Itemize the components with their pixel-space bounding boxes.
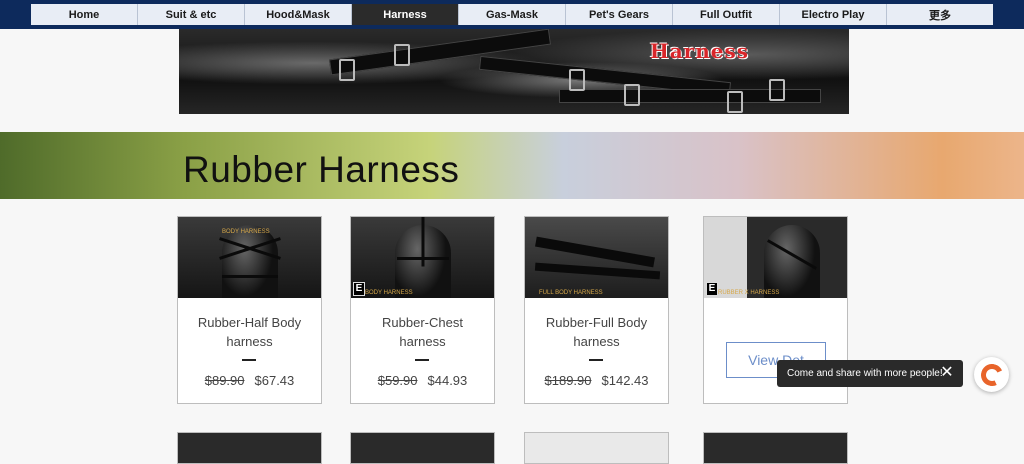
price-divider [589,359,603,361]
price-divider [242,359,256,361]
product-card[interactable]: BODY HARNESS Rubber-Half Body harness $8… [177,216,322,404]
original-price: $59.90 [377,373,418,388]
product-price: $189.90 $142.43 [525,373,668,388]
price-divider [415,359,429,361]
thumb-caption: FULL BODY HARNESS [539,290,603,296]
sale-price: $67.43 [254,373,295,388]
product-image[interactable]: BODY HARNESS [178,217,321,298]
close-icon[interactable]: ✕ [939,365,955,381]
product-name[interactable]: Rubber-Half Body harness [188,313,311,351]
thumb-caption: RUBBER X HARNESS [718,290,780,296]
nav-item-gas-mask[interactable]: Gas-Mask [459,4,566,25]
thumb-caption: BODY HARNESS [222,229,270,235]
product-card[interactable] [350,432,495,464]
category-banner-image: Harness [179,29,849,114]
product-card[interactable]: FULL BODY HARNESS Rubber-Full Body harne… [524,216,669,404]
product-card[interactable] [177,432,322,464]
product-card[interactable] [703,432,848,464]
toast-message: Come and share with more people! [787,368,943,379]
product-card[interactable] [524,432,669,464]
product-image[interactable]: FULL BODY HARNESS [525,217,668,298]
page-title: Rubber Harness [183,149,460,190]
nav-item-hood-mask[interactable]: Hood&Mask [245,4,352,25]
product-image[interactable]: E BODY HARNESS [351,217,494,298]
hero-gradient-band [0,132,1024,199]
product-price: $89.90 $67.43 [178,373,321,388]
nav-item-electro-play[interactable]: Electro Play [780,4,887,25]
thumb-caption: BODY HARNESS [365,290,413,296]
nav-item-home[interactable]: Home [31,4,138,25]
product-name[interactable]: Rubber-Chest harness [361,313,484,351]
nav-item-suit[interactable]: Suit & etc [138,4,245,25]
product-price: $59.90 $44.93 [351,373,494,388]
main-nav: Home Suit & etc Hood&Mask Harness Gas-Ma… [31,4,993,25]
chat-icon [977,360,1006,389]
chat-button[interactable] [974,357,1009,392]
nav-item-full-outfit[interactable]: Full Outfit [673,4,780,25]
nav-item-more[interactable]: 更多 [887,4,993,25]
original-price: $189.90 [544,373,592,388]
share-toast: Come and share with more people! ✕ [777,360,963,387]
product-name[interactable]: Rubber-Full Body harness [535,313,658,351]
brand-e-logo: E [353,282,365,296]
nav-item-pets-gears[interactable]: Pet's Gears [566,4,673,25]
original-price: $89.90 [204,373,245,388]
sale-price: $44.93 [427,373,468,388]
banner-title: Harness [649,39,749,63]
nav-item-harness[interactable]: Harness [352,4,459,25]
product-image[interactable]: E RUBBER X HARNESS [704,217,847,298]
sale-price: $142.43 [601,373,649,388]
brand-e-logo: E [706,282,718,296]
product-card[interactable]: E BODY HARNESS Rubber-Chest harness $59.… [350,216,495,404]
top-nav-bar: Home Suit & etc Hood&Mask Harness Gas-Ma… [0,0,1024,29]
